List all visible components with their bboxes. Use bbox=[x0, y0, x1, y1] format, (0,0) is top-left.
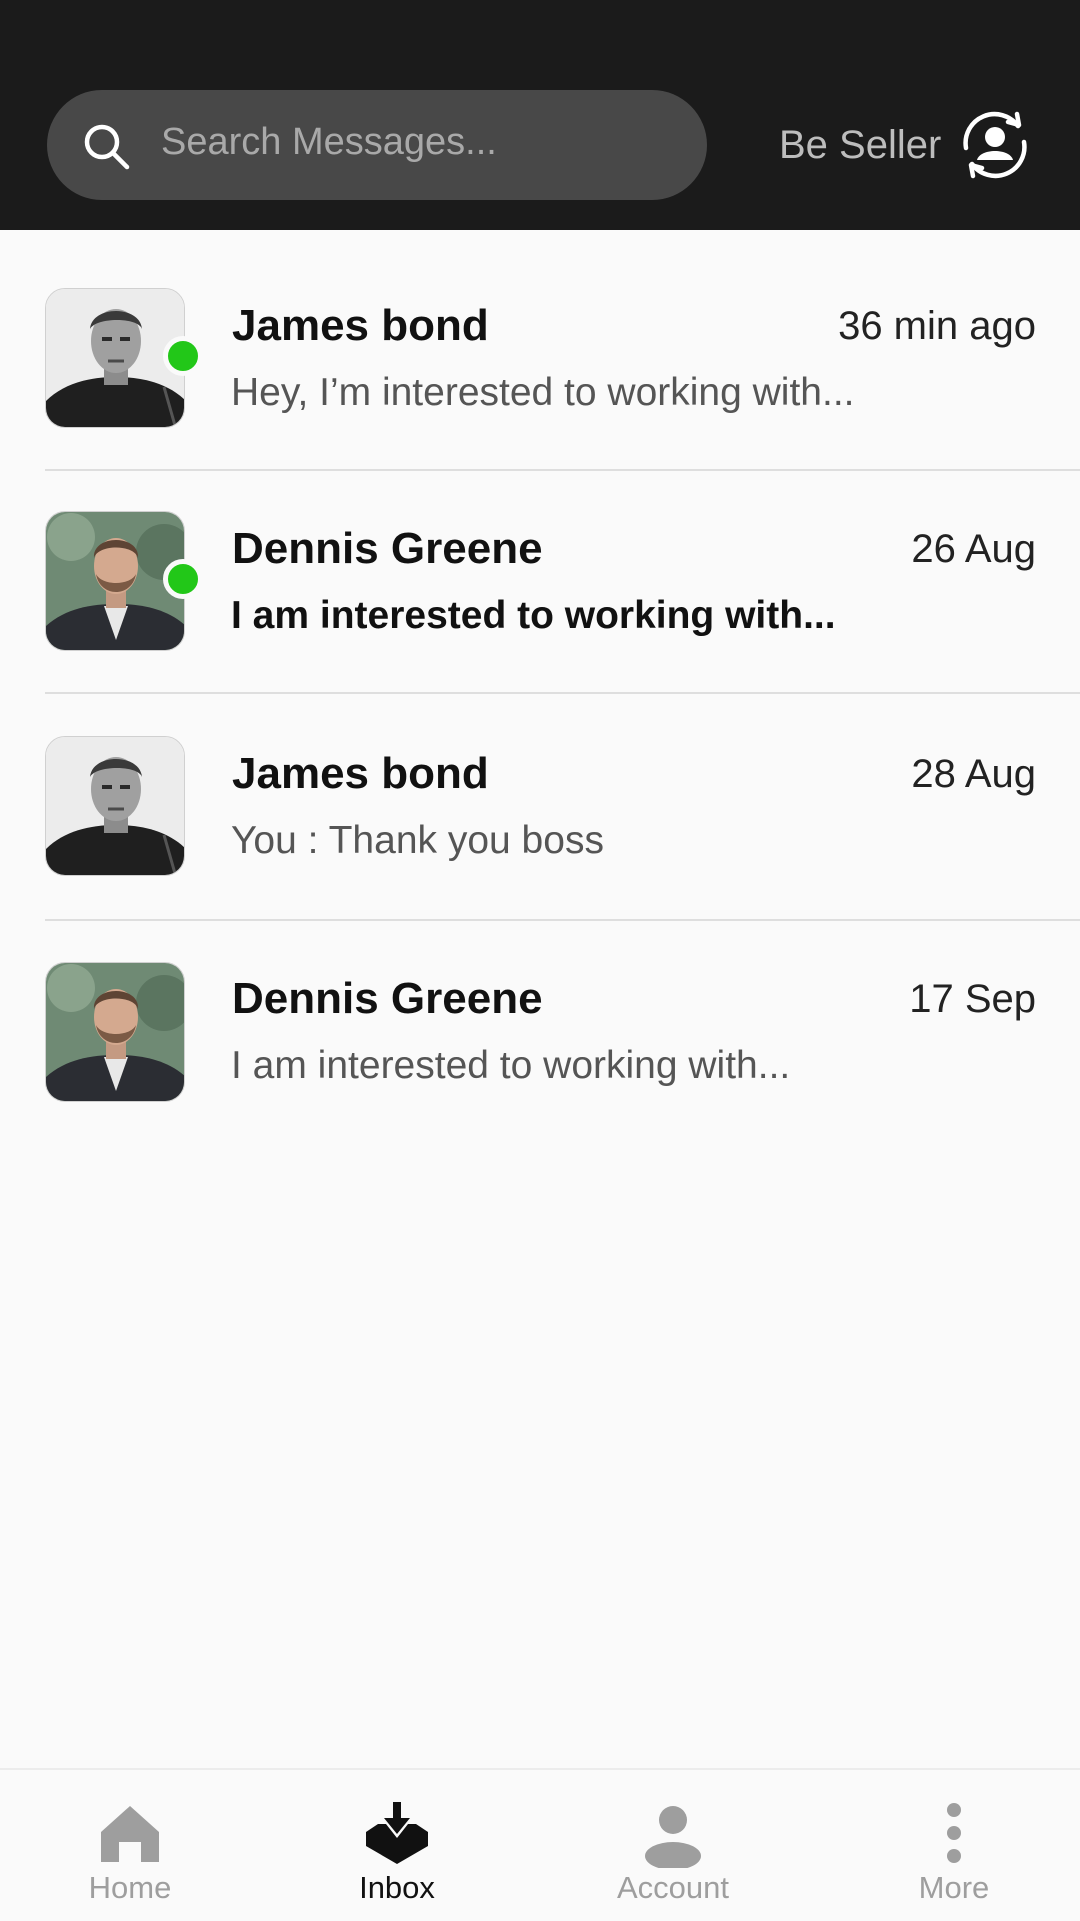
more-icon bbox=[947, 1803, 961, 1863]
message-time: 17 Sep bbox=[909, 977, 1036, 1021]
message-time: 28 Aug bbox=[911, 752, 1036, 796]
online-status-indicator bbox=[163, 336, 203, 376]
nav-account-label: Account bbox=[616, 1870, 729, 1905]
message-preview: Hey, I’m interested to working with... bbox=[231, 371, 855, 414]
conversation-row[interactable]: Dennis Greene 17 Sep I am interested to … bbox=[0, 921, 1080, 1121]
nav-inbox-label: Inbox bbox=[359, 1870, 435, 1905]
account-icon bbox=[645, 1806, 701, 1868]
conversation-row[interactable]: James bond 36 min ago Hey, I’m intereste… bbox=[0, 230, 1080, 470]
search-icon[interactable] bbox=[82, 122, 132, 172]
bottom-navigation: Home Inbox Account More bbox=[0, 1768, 1080, 1921]
nav-more[interactable]: More bbox=[854, 1770, 1054, 1921]
switch-account-icon[interactable] bbox=[958, 108, 1032, 182]
message-time: 26 Aug bbox=[911, 527, 1036, 571]
nav-more-label: More bbox=[918, 1870, 990, 1905]
message-preview: I am interested to working with... bbox=[231, 1044, 791, 1087]
message-preview: I am interested to working with... bbox=[231, 594, 836, 637]
avatar bbox=[45, 962, 185, 1102]
nav-account[interactable]: Account bbox=[573, 1770, 773, 1921]
contact-name: Dennis Greene bbox=[232, 524, 543, 573]
conversation-row[interactable]: James bond 28 Aug You : Thank you boss bbox=[0, 694, 1080, 920]
online-status-indicator bbox=[163, 559, 203, 599]
message-time: 36 min ago bbox=[838, 304, 1036, 348]
nav-home-label: Home bbox=[88, 1870, 172, 1905]
inbox-icon bbox=[366, 1802, 428, 1864]
contact-name: Dennis Greene bbox=[232, 974, 543, 1023]
message-preview: You : Thank you boss bbox=[231, 819, 604, 862]
contact-name: James bond bbox=[232, 749, 489, 798]
home-icon bbox=[101, 1806, 159, 1862]
nav-home[interactable]: Home bbox=[30, 1770, 230, 1921]
contact-name: James bond bbox=[232, 301, 489, 350]
avatar bbox=[45, 736, 185, 876]
be-seller-label[interactable]: Be Seller bbox=[779, 120, 941, 170]
search-input[interactable]: Search Messages... bbox=[161, 117, 497, 167]
conversation-row[interactable]: Dennis Greene 26 Aug I am interested to … bbox=[0, 471, 1080, 693]
nav-inbox[interactable]: Inbox bbox=[297, 1770, 497, 1921]
